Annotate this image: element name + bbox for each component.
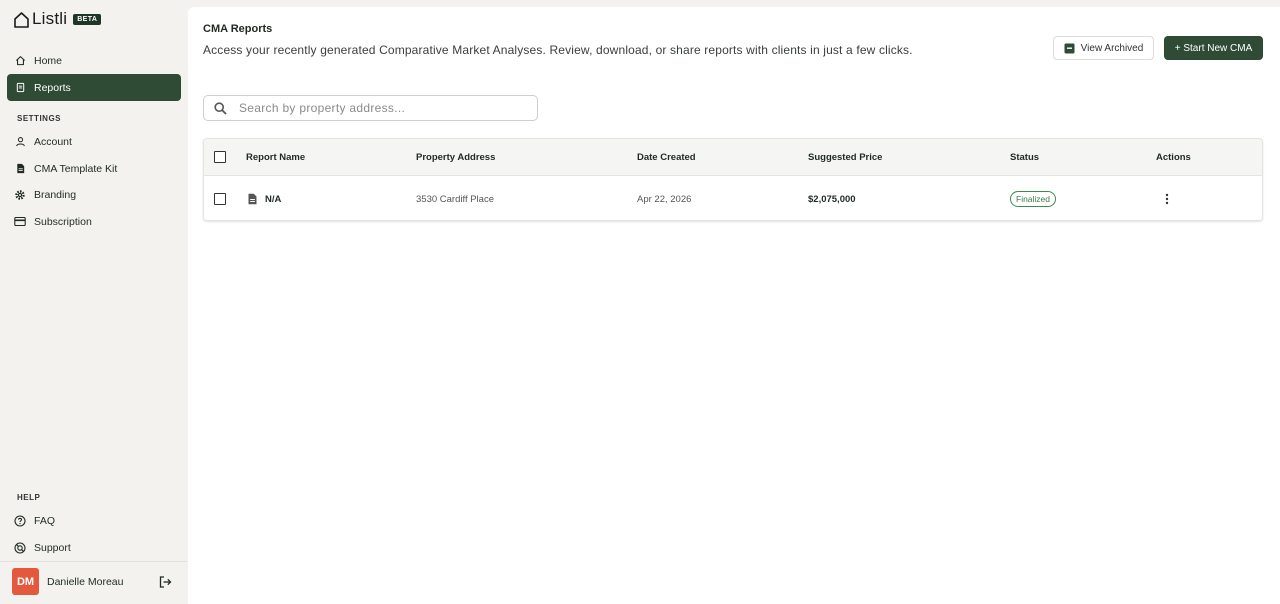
page-title: CMA Reports bbox=[203, 23, 273, 35]
home-icon bbox=[14, 55, 26, 67]
logo[interactable]: Listli BETA bbox=[13, 9, 102, 29]
column-header-actions: Actions bbox=[1156, 151, 1191, 163]
sidebar-item-home[interactable]: Home bbox=[7, 47, 181, 74]
status-badge: Finalized bbox=[1010, 191, 1057, 207]
table-header: Report Name Property Address Date Create… bbox=[204, 139, 1262, 176]
view-archived-label: View Archived bbox=[1080, 42, 1144, 54]
card-icon bbox=[14, 216, 26, 228]
document-icon bbox=[14, 82, 26, 94]
sidebar-item-label: Subscription bbox=[34, 215, 92, 228]
search-input[interactable] bbox=[239, 101, 519, 115]
sidebar-item-branding[interactable]: Branding bbox=[7, 181, 181, 208]
start-new-cma-button[interactable]: + Start New CMA bbox=[1164, 36, 1263, 60]
avatar[interactable]: DM bbox=[12, 568, 39, 595]
beta-badge: BETA bbox=[73, 13, 102, 25]
table-row[interactable]: N/A 3530 Cardiff Place Apr 22, 2026 $2,0… bbox=[204, 177, 1262, 220]
support-icon bbox=[14, 541, 26, 554]
gear-icon bbox=[14, 189, 26, 201]
column-header-property-address[interactable]: Property Address bbox=[416, 139, 495, 175]
sidebar-item-subscription[interactable]: Subscription bbox=[7, 208, 181, 235]
sidebar-item-account[interactable]: Account bbox=[7, 128, 181, 155]
sidebar-item-label: Support bbox=[34, 541, 71, 554]
column-header-suggested-price[interactable]: Suggested Price bbox=[808, 139, 882, 175]
column-header-status[interactable]: Status bbox=[1010, 139, 1039, 175]
sidebar-item-label: Account bbox=[34, 135, 72, 148]
sidebar-item-support[interactable]: Support bbox=[7, 534, 181, 561]
search-box bbox=[203, 95, 538, 121]
logout-icon[interactable] bbox=[158, 575, 172, 589]
row-checkbox[interactable] bbox=[214, 193, 226, 205]
sidebar-item-label: Home bbox=[34, 54, 63, 67]
page-subtitle: Access your recently generated Comparati… bbox=[203, 43, 913, 57]
sidebar-item-faq[interactable]: FAQ bbox=[7, 507, 181, 534]
person-icon bbox=[14, 136, 26, 148]
file-icon bbox=[14, 163, 26, 175]
sidebar-item-label: FAQ bbox=[34, 514, 56, 527]
help-section-label: HELP bbox=[17, 493, 41, 502]
select-all-checkbox[interactable] bbox=[214, 151, 226, 163]
logo-text: Listli bbox=[32, 9, 68, 28]
date-created: Apr 22, 2026 bbox=[637, 193, 692, 205]
suggested-price: $2,075,000 bbox=[808, 193, 856, 205]
help-circle-icon bbox=[14, 514, 26, 527]
main-content: CMA Reports Access your recently generat… bbox=[188, 7, 1280, 604]
reports-table: Report Name Property Address Date Create… bbox=[203, 138, 1263, 221]
user-name: Danielle Moreau bbox=[47, 575, 124, 588]
sidebar-item-label: CMA Template Kit bbox=[34, 162, 118, 175]
column-header-date-created[interactable]: Date Created bbox=[637, 139, 696, 175]
search-icon bbox=[214, 101, 227, 115]
archive-icon bbox=[1064, 43, 1075, 53]
house-logo-icon bbox=[14, 11, 29, 28]
sidebar-item-cma-template-kit[interactable]: CMA Template Kit bbox=[7, 155, 181, 182]
report-name[interactable]: N/A bbox=[265, 177, 281, 220]
sidebar-item-reports[interactable]: Reports bbox=[7, 74, 181, 101]
user-profile: DM Danielle Moreau bbox=[0, 561, 187, 601]
view-archived-button[interactable]: View Archived bbox=[1053, 36, 1154, 60]
column-header-report-name[interactable]: Report Name bbox=[246, 139, 305, 175]
property-address: 3530 Cardiff Place bbox=[416, 193, 494, 205]
sidebar-item-label: Branding bbox=[34, 188, 77, 201]
sidebar-item-label: Reports bbox=[34, 81, 71, 94]
sidebar: Listli BETA Home Reports SETTINGS Accoun… bbox=[0, 0, 187, 604]
report-file-icon bbox=[248, 193, 257, 205]
row-actions-menu-icon[interactable] bbox=[1160, 192, 1174, 206]
settings-section-label: SETTINGS bbox=[17, 114, 62, 123]
